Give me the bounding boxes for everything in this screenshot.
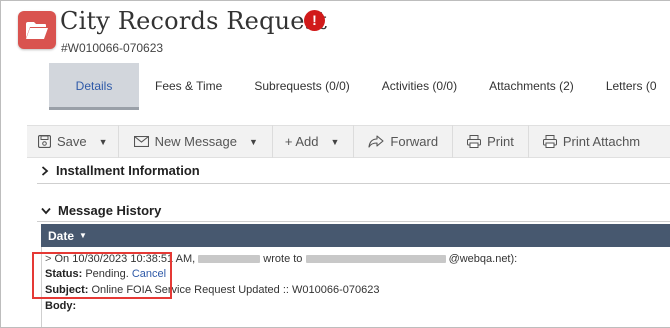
redacted-recipient: [305, 255, 446, 264]
message-history-section-title: Message History: [58, 203, 162, 218]
toolbar: Save ▼ New Message ▼ + Add ▼ Forward Pri…: [27, 125, 670, 158]
message-history-section-header[interactable]: Message History: [41, 203, 161, 218]
alert-icon[interactable]: !: [304, 10, 325, 31]
print-attachments-label: Print Attachm: [562, 134, 641, 149]
new-message-label: New Message: [154, 134, 237, 149]
tab-bar: Details Fees & Time Subrequests (0/0) Ac…: [49, 63, 657, 110]
chevron-down-icon: ▼: [98, 136, 108, 147]
add-button[interactable]: + Add ▼: [273, 125, 355, 158]
save-icon: [38, 135, 51, 148]
forward-icon: [368, 135, 384, 148]
save-label: Save: [57, 134, 87, 149]
forward-button[interactable]: Forward: [354, 125, 454, 158]
annotation-highlight-box: [32, 252, 172, 299]
tab-subrequests[interactable]: Subrequests (0/0): [254, 63, 349, 110]
tab-attachments[interactable]: Attachments (2): [489, 63, 574, 110]
section-divider: [37, 221, 670, 222]
folder-icon: [18, 11, 56, 49]
redacted-sender: [198, 255, 261, 264]
message-wrote-to: wrote to: [263, 253, 303, 265]
printer-icon: [467, 135, 482, 148]
body-line: Body:: [45, 300, 76, 312]
page-frame: City Records Request ! #W010066-070623 D…: [0, 0, 670, 328]
date-column-header[interactable]: Date ▼: [41, 224, 670, 247]
sort-down-icon: ▼: [79, 231, 87, 240]
installment-section-header[interactable]: Installment Information: [41, 163, 200, 178]
envelope-icon: [133, 136, 149, 147]
message-recipient-domain: @webqa.net):: [448, 253, 518, 265]
save-button[interactable]: Save ▼: [27, 125, 119, 158]
print-button[interactable]: Print: [453, 125, 529, 158]
forward-label: Forward: [390, 134, 439, 149]
tab-activities[interactable]: Activities (0/0): [382, 63, 457, 110]
page-title: City Records Request: [60, 7, 328, 35]
chevron-right-icon: [41, 165, 49, 176]
chevron-down-icon: ▼: [330, 136, 340, 147]
add-label: + Add: [284, 134, 319, 149]
new-message-button[interactable]: New Message ▼: [119, 125, 273, 158]
tab-letters[interactable]: Letters (0: [606, 63, 657, 110]
record-id: #W010066-070623: [61, 41, 164, 55]
print-attachments-button[interactable]: Print Attachm: [529, 125, 650, 158]
chevron-down-icon: [41, 207, 51, 214]
body-label: Body:: [45, 300, 77, 312]
tab-fees-time[interactable]: Fees & Time: [155, 63, 222, 110]
printer-icon: [542, 135, 557, 148]
chevron-down-icon: ▼: [248, 136, 258, 147]
print-label: Print: [487, 134, 514, 149]
installment-section-title: Installment Information: [56, 163, 200, 178]
section-divider: [37, 183, 670, 184]
date-header-label: Date: [48, 228, 75, 243]
tab-details[interactable]: Details: [49, 63, 139, 110]
